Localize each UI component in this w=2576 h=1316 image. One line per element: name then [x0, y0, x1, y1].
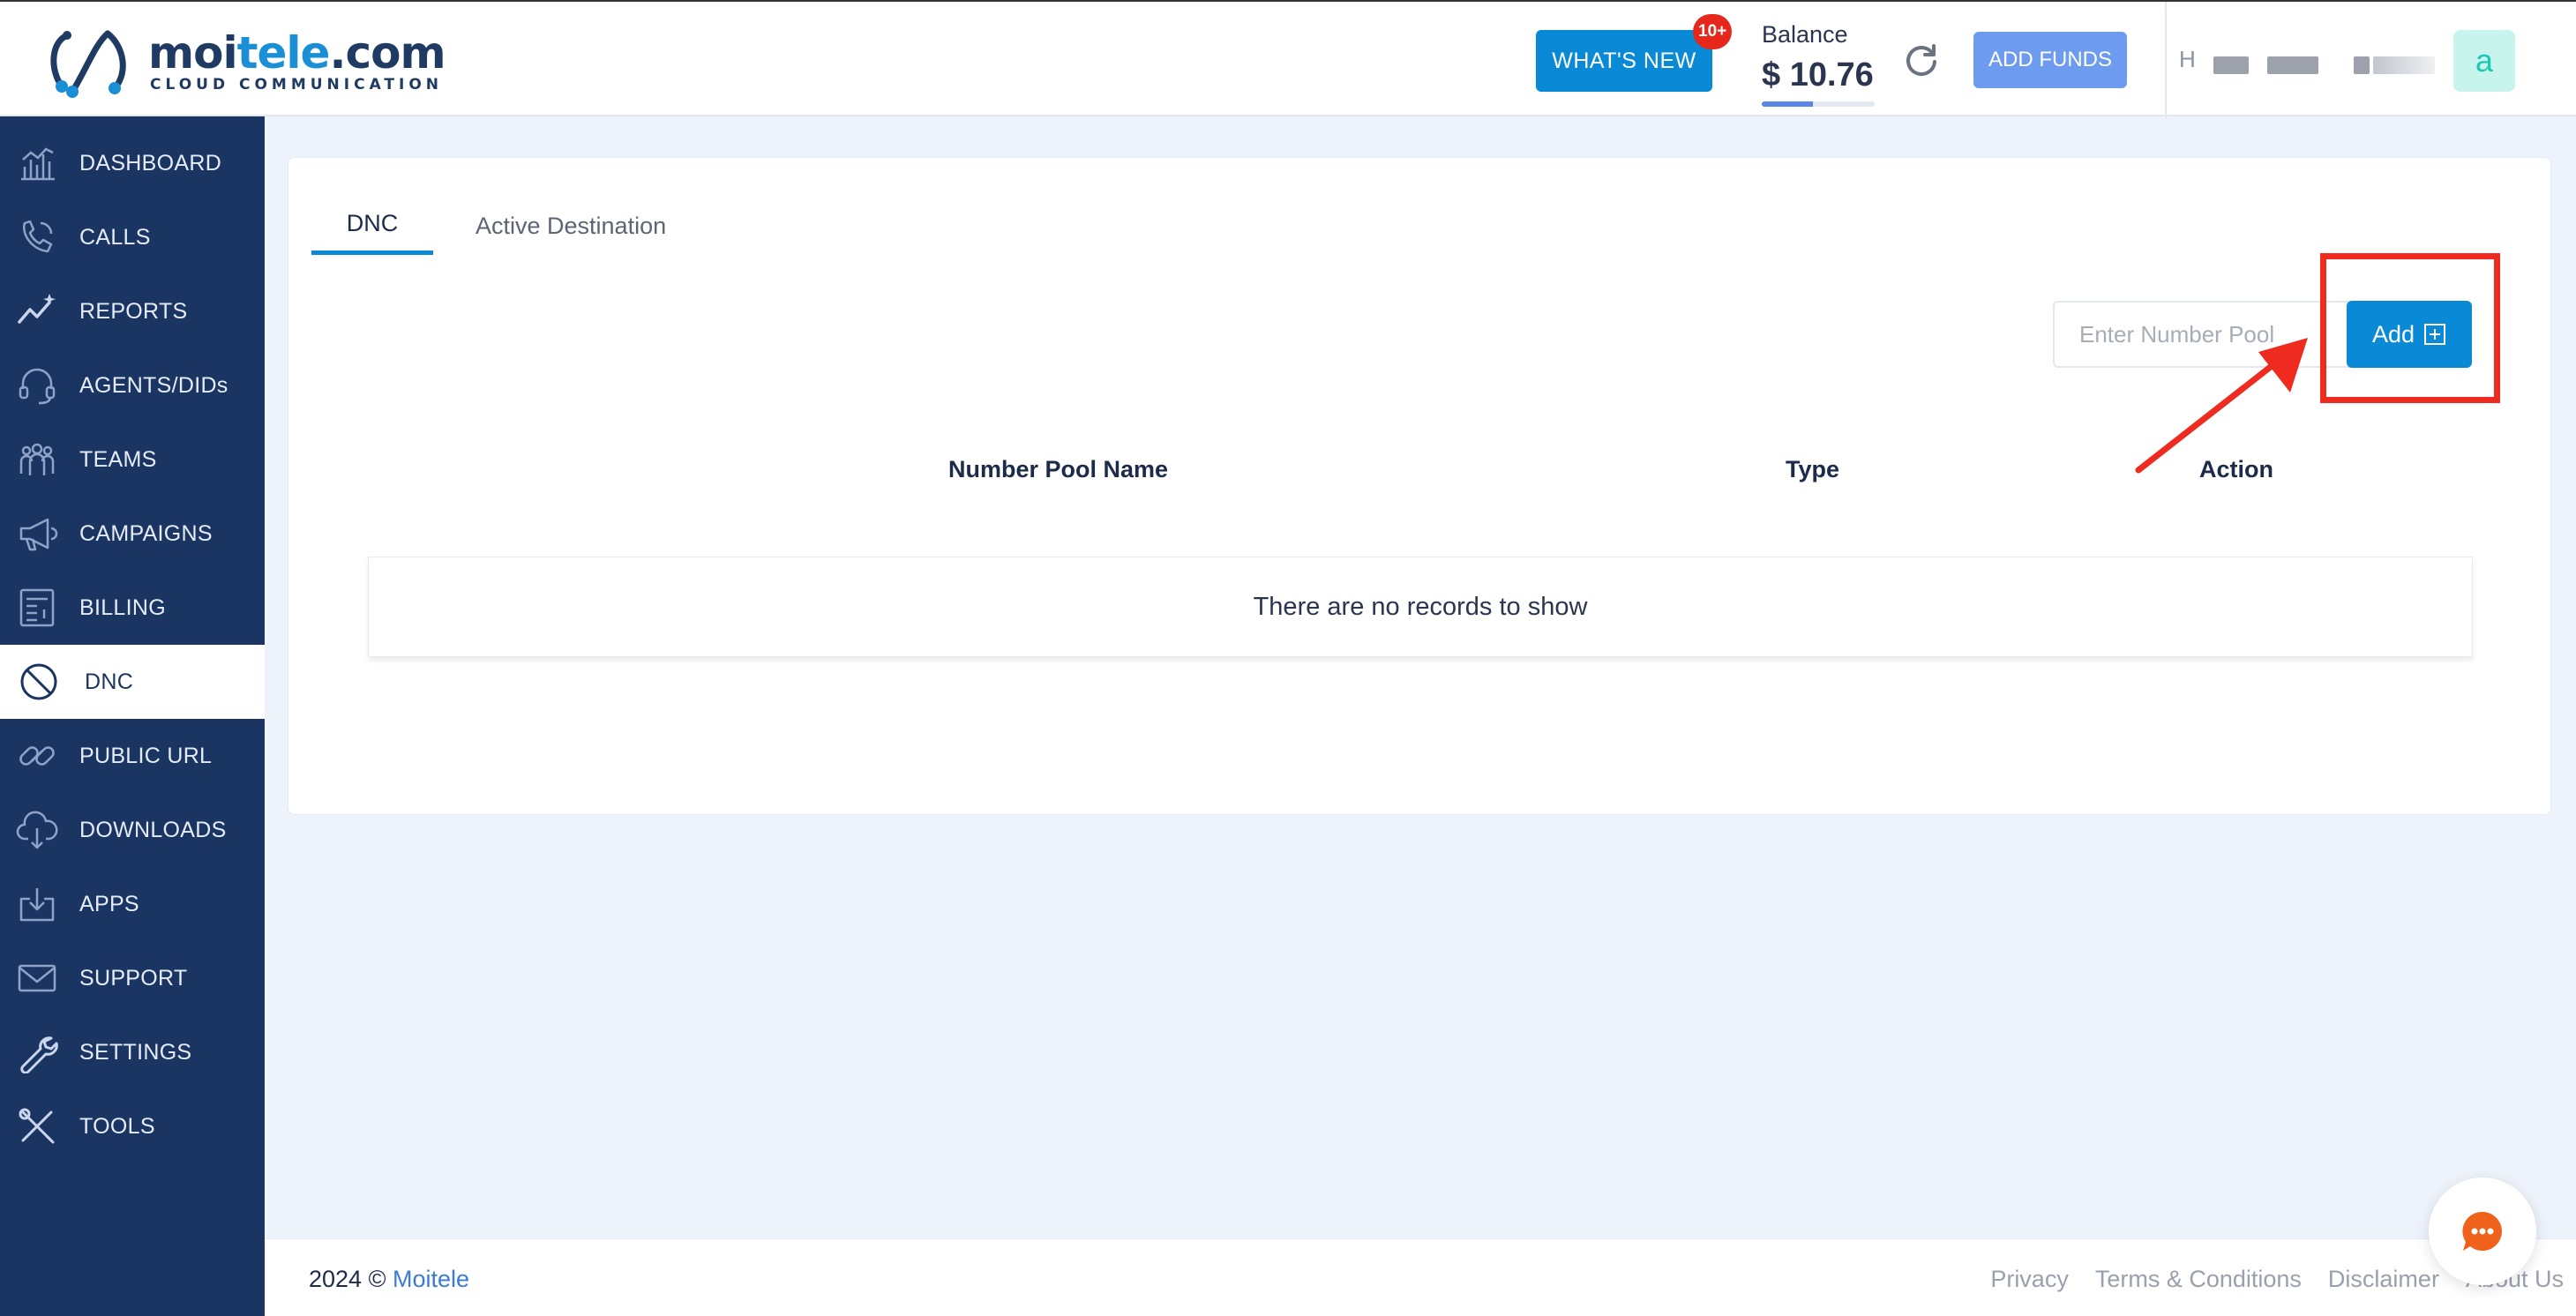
sidebar-item-label: DNC — [85, 669, 134, 694]
apps-download-icon — [19, 888, 55, 922]
sidebar-item-support[interactable]: SUPPORT — [0, 941, 265, 1015]
teams-icon — [19, 443, 55, 475]
sidebar-item-billing[interactable]: BILLING — [0, 571, 265, 645]
logo-part-accent: tele — [236, 27, 331, 79]
balance-label: Balance — [1762, 21, 1848, 48]
cloud-download-icon — [16, 811, 58, 849]
billing-icon — [19, 588, 55, 627]
sidebar-item-label: DOWNLOADS — [79, 817, 227, 842]
tab-active-destination[interactable]: Active Destination — [476, 197, 666, 255]
chat-launcher-button[interactable] — [2429, 1178, 2536, 1285]
sidebar-item-tools[interactable]: TOOLS — [0, 1089, 265, 1163]
refresh-icon[interactable] — [1902, 41, 1941, 79]
headset-icon — [19, 368, 56, 405]
sidebar-item-apps[interactable]: APPS — [0, 867, 265, 941]
sidebar-item-label: AGENTS/DIDs — [79, 372, 228, 398]
sidebar-item-label: SUPPORT — [79, 965, 188, 991]
dashboard-icon — [21, 147, 55, 181]
redacted-user-name — [2373, 56, 2435, 74]
add-funds-button[interactable]: ADD FUNDS — [1973, 32, 2127, 88]
megaphone-icon — [19, 518, 58, 551]
logo-part-main: moi — [148, 27, 238, 79]
tab-dnc[interactable]: DNC — [311, 197, 433, 255]
user-name-initial[interactable]: H — [2179, 46, 2196, 73]
phone-icon — [22, 220, 53, 253]
annotation-arrow-icon — [2135, 338, 2308, 474]
empty-table-message: There are no records to show — [368, 557, 2473, 657]
sidebar-item-downloads[interactable]: DOWNLOADS — [0, 793, 265, 867]
sidebar-item-reports[interactable]: REPORTS — [0, 274, 265, 348]
chat-bubble-icon — [2462, 1211, 2502, 1251]
whats-new-button[interactable]: WHAT'S NEW — [1536, 30, 1712, 92]
sidebar-item-label: TEAMS — [79, 446, 157, 472]
wrench-icon — [20, 1036, 58, 1073]
annotation-highlight-box — [2320, 253, 2500, 403]
block-icon — [20, 663, 57, 700]
redacted-user-name — [2354, 56, 2370, 74]
sidebar-item-label: TOOLS — [79, 1113, 155, 1139]
copyright: 2024 © Moitele — [309, 1266, 469, 1293]
balance-progress-bar — [1762, 101, 1875, 107]
redacted-user-name — [2213, 56, 2249, 74]
sidebar-item-label: SETTINGS — [79, 1039, 192, 1065]
reports-icon — [18, 294, 56, 324]
logo-wordmark: moitele.com — [148, 28, 446, 78]
sidebar-item-public-url[interactable]: PUBLIC URL — [0, 719, 265, 793]
sidebar-item-agents-dids[interactable]: AGENTS/DIDs — [0, 348, 265, 422]
whats-new-badge: 10+ — [1693, 14, 1733, 49]
sidebar: DASHBOARD CALLS REPORTS AGENTS/DIDs TEAM… — [0, 116, 265, 1316]
mail-icon — [18, 964, 56, 992]
moitele-logo[interactable]: moitele.com CLOUD COMMUNICATION — [42, 25, 446, 99]
link-icon — [19, 746, 55, 766]
copyright-text: 2024 © — [309, 1266, 386, 1292]
sidebar-item-campaigns[interactable]: CAMPAIGNS — [0, 497, 265, 571]
footer-brand-link[interactable]: Moitele — [393, 1266, 469, 1292]
sidebar-item-label: CAMPAIGNS — [79, 520, 213, 546]
logo-tagline: CLOUD COMMUNICATION — [150, 76, 444, 93]
tools-icon — [19, 1108, 55, 1144]
user-avatar[interactable]: a — [2453, 30, 2515, 92]
sidebar-item-dnc[interactable]: DNC — [0, 645, 265, 719]
sidebar-item-label: CALLS — [79, 224, 151, 250]
logo-part-tld: .com — [329, 27, 446, 79]
balance-value: $ 10.76 — [1762, 56, 1874, 93]
column-header-number-pool-name[interactable]: Number Pool Name — [948, 456, 1168, 483]
sidebar-item-settings[interactable]: SETTINGS — [0, 1015, 265, 1089]
sidebar-item-label: REPORTS — [79, 298, 188, 324]
header-divider — [2165, 2, 2167, 118]
sidebar-item-calls[interactable]: CALLS — [0, 200, 265, 274]
logo-mark-icon — [50, 30, 126, 98]
footer-link-privacy[interactable]: Privacy — [1990, 1266, 2069, 1293]
sidebar-item-teams[interactable]: TEAMS — [0, 422, 265, 497]
footer-link-disclaimer[interactable]: Disclaimer — [2328, 1266, 2439, 1293]
sidebar-item-label: BILLING — [79, 594, 166, 620]
top-header: moitele.com CLOUD COMMUNICATION WHAT'S N… — [0, 0, 2576, 118]
sidebar-item-label: DASHBOARD — [79, 150, 222, 176]
sidebar-item-label: APPS — [79, 891, 139, 916]
sidebar-item-label: PUBLIC URL — [79, 743, 213, 768]
page-footer: 2024 © Moitele Privacy Terms & Condition… — [265, 1238, 2576, 1316]
balance-progress-fill — [1762, 101, 1813, 107]
column-header-type[interactable]: Type — [1786, 456, 1839, 483]
redacted-user-name — [2267, 56, 2318, 74]
sidebar-item-dashboard[interactable]: DASHBOARD — [0, 126, 265, 200]
footer-link-terms[interactable]: Terms & Conditions — [2095, 1266, 2302, 1293]
